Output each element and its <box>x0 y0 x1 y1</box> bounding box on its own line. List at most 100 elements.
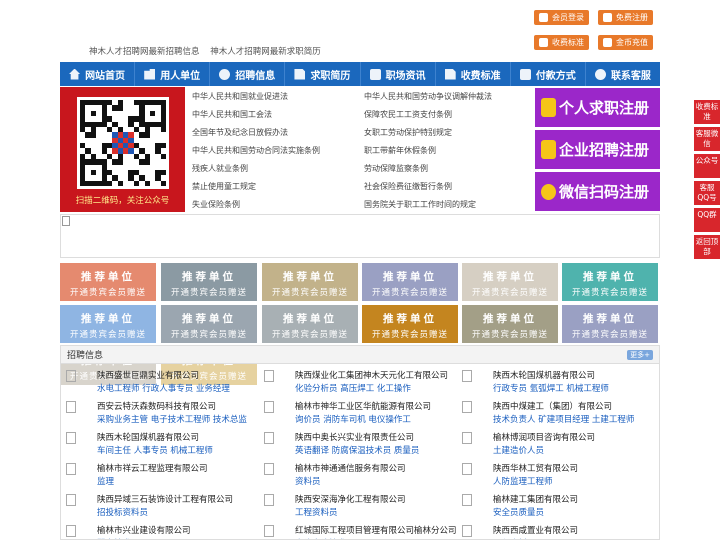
recharge-button[interactable]: 金币充值 <box>598 35 653 50</box>
job-positions[interactable]: 土建造价人员 <box>493 444 544 456</box>
job-list-item[interactable]: 榆林市祥云工程监理有限公司 监理 <box>66 461 256 491</box>
law-link[interactable]: 中华人民共和国工会法 <box>192 109 272 120</box>
nav-news[interactable]: 职场资讯 <box>361 62 436 86</box>
latest-resumes-link[interactable]: 神木人才招聘网最新求职简历 <box>210 47 321 57</box>
company-name[interactable]: 榆林市神华工业区华航能源有限公司 <box>295 400 431 412</box>
law-link[interactable]: 中华人民共和国就业促进法 <box>192 91 288 102</box>
law-link[interactable]: 社会保险费征缴暂行条例 <box>364 181 452 192</box>
job-positions[interactable]: 人防监理工程师 <box>493 475 553 487</box>
job-positions[interactable]: 监理 <box>97 475 114 487</box>
recommend-tile[interactable]: 推荐单位开通贵宾会员赠送 <box>161 305 257 343</box>
law-link[interactable]: 国务院关于职工工作时间的规定 <box>364 199 476 210</box>
company-name[interactable]: 陕西安深海净化工程有限公司 <box>295 493 406 505</box>
recommend-tile[interactable]: 推荐单位开通贵宾会员赠送 <box>262 263 358 301</box>
recommend-tile[interactable]: 推荐单位开通贵宾会员赠送 <box>262 305 358 343</box>
job-seeker-register-button[interactable]: 个人求职注册 <box>535 88 660 127</box>
wechat-register-button[interactable]: 微信扫码注册 <box>535 172 660 211</box>
ad-banner[interactable] <box>60 214 660 258</box>
job-list-item[interactable]: 陕西中煤建工（集团）有限公司 技术负责人 矿建项目经理 土建工程师 <box>462 399 652 429</box>
law-link[interactable]: 全国年节及纪念日放假办法 <box>192 127 288 138</box>
law-link[interactable]: 禁止使用童工规定 <box>192 181 256 192</box>
company-name[interactable]: 陕西中奥长兴实业有限责任公司 <box>295 431 414 443</box>
job-list-item[interactable]: 陕西煤业化工集团神木天元化工有限公司 化验分析员 高压焊工 化工操作 <box>264 368 454 398</box>
company-name[interactable]: 陕西木轮国煤机器有限公司 <box>97 431 199 443</box>
law-link[interactable]: 保障农民工工资支付条例 <box>364 109 452 120</box>
recommend-tile[interactable]: 推荐单位开通贵宾会员赠送 <box>462 305 558 343</box>
recommend-tile[interactable]: 推荐单位开通贵宾会员赠送 <box>161 263 257 301</box>
job-list-item[interactable]: 陕西华林工贸有限公司 人防监理工程师 <box>462 461 652 491</box>
company-name[interactable]: 陕西盛世巨鼎实业有限公司 <box>97 369 199 381</box>
job-positions[interactable]: 资料员 <box>295 475 321 487</box>
side-service-wechat[interactable]: 客服微信 <box>694 127 720 151</box>
recommend-tile[interactable]: 推荐单位开通贵宾会员赠送 <box>362 305 458 343</box>
job-positions[interactable]: 采购业务主管 电子技术工程师 技术总监 <box>97 413 247 425</box>
law-link[interactable]: 职工带薪年休假条例 <box>364 145 436 156</box>
nav-jobs[interactable]: 招聘信息 <box>210 62 286 86</box>
law-link[interactable]: 女职工劳动保护特别规定 <box>364 127 452 138</box>
job-list-item[interactable]: 榆林博润项目咨询有限公司 土建造价人员 <box>462 430 652 460</box>
job-list-item[interactable]: 陕西盛世巨鼎实业有限公司 水电工程师 行政人事专员 业务经理 <box>66 368 256 398</box>
nav-fees[interactable]: 收费标准 <box>436 62 511 86</box>
nav-resumes[interactable]: 求职简历 <box>285 62 361 86</box>
recommend-tile[interactable]: 推荐单位开通贵宾会员赠送 <box>362 263 458 301</box>
law-link[interactable]: 失业保险条例 <box>192 199 240 210</box>
company-name[interactable]: 西安云特沃森数码科技有限公司 <box>97 400 216 412</box>
side-back-to-top[interactable]: 返回顶部 <box>694 235 720 259</box>
job-positions[interactable]: 工程资料员 <box>295 506 338 518</box>
nav-home[interactable]: 网站首页 <box>60 62 136 86</box>
job-positions[interactable]: 英语翻译 防腐保温技术员 质量员 <box>295 444 419 456</box>
job-list-item[interactable]: 西安云特沃森数码科技有限公司 采购业务主管 电子技术工程师 技术总监 <box>66 399 256 429</box>
company-name[interactable]: 陕西异域三石装饰设计工程有限公司 <box>97 493 233 505</box>
latest-jobs-link[interactable]: 神木人才招聘网最新招聘信息 <box>89 47 200 57</box>
register-button[interactable]: 免费注册 <box>598 10 653 25</box>
nav-service[interactable]: 联系客服 <box>586 62 660 86</box>
job-list-item[interactable]: 陕西木轮国煤机器有限公司 行政专员 氩弧焊工 机械工程师 <box>462 368 652 398</box>
job-list-item[interactable]: 陕西中奥长兴实业有限责任公司 英语翻译 防腐保温技术员 质量员 <box>264 430 454 460</box>
law-link[interactable]: 中华人民共和国劳动合同法实施条例 <box>192 145 320 156</box>
recommend-tile[interactable]: 推荐单位开通贵宾会员赠送 <box>60 305 156 343</box>
job-list-item[interactable]: 陕西木轮国煤机器有限公司 车间主任 人事专员 机械工程师 <box>66 430 256 460</box>
company-name[interactable]: 榆林市兴业建设有限公司 <box>97 524 191 536</box>
company-name[interactable]: 陕西中煤建工（集团）有限公司 <box>493 400 612 412</box>
job-positions[interactable]: 行政专员 氩弧焊工 机械工程师 <box>493 382 609 394</box>
job-positions[interactable]: 安全员质量员 <box>493 506 544 518</box>
company-name[interactable]: 陕西华林工贸有限公司 <box>493 462 578 474</box>
side-qq-group[interactable]: QQ群 <box>694 208 720 232</box>
job-list-item[interactable]: 榆林市兴业建设有限公司弱电技术员 <box>66 523 256 539</box>
job-positions[interactable]: 询价员 消防车司机 电仪操作工 <box>295 413 411 425</box>
login-button[interactable]: 会员登录 <box>534 10 589 25</box>
job-positions[interactable]: 水电工程师 行政人事专员 业务经理 <box>97 382 230 394</box>
job-positions[interactable]: 车间主任 人事专员 机械工程师 <box>97 444 213 456</box>
more-jobs-link[interactable]: 更多+ <box>627 349 653 360</box>
company-name[interactable]: 陕西木轮国煤机器有限公司 <box>493 369 595 381</box>
nav-payment[interactable]: 付款方式 <box>511 62 586 86</box>
company-name[interactable]: 榆林市祥云工程监理有限公司 <box>97 462 208 474</box>
company-name[interactable]: 榆林博润项目咨询有限公司 <box>493 431 595 443</box>
job-list-item[interactable]: 陕西西咸置业有限公司工程资料 <box>462 523 652 539</box>
job-list-item[interactable]: 榆林市神通通信服务有限公司 资料员 <box>264 461 454 491</box>
employer-register-button[interactable]: 企业招聘注册 <box>535 130 660 169</box>
fee-standard-button[interactable]: 收费标准 <box>534 35 589 50</box>
side-service-qq[interactable]: 客服QQ号 <box>694 181 720 205</box>
company-name[interactable]: 红城国际工程项目管理有限公司榆林分公司 <box>295 524 457 536</box>
company-name[interactable]: 榆林建工集团有限公司 <box>493 493 578 505</box>
job-list-item[interactable]: 榆林市神华工业区华航能源有限公司 询价员 消防车司机 电仪操作工 <box>264 399 454 429</box>
job-positions[interactable]: 化验分析员 高压焊工 化工操作 <box>295 382 411 394</box>
company-name[interactable]: 榆林市神通通信服务有限公司 <box>295 462 406 474</box>
job-list-item[interactable]: 陕西安深海净化工程有限公司 工程资料员 <box>264 492 454 522</box>
job-positions[interactable]: 招投标资料员 <box>97 506 148 518</box>
company-name[interactable]: 陕西煤业化工集团神木天元化工有限公司 <box>295 369 448 381</box>
recommend-tile[interactable]: 推荐单位开通贵宾会员赠送 <box>562 305 658 343</box>
nav-employers[interactable]: 用人单位 <box>135 62 211 86</box>
side-official-account[interactable]: 公众号 <box>694 154 720 178</box>
job-list-item[interactable]: 榆林建工集团有限公司 安全员质量员 <box>462 492 652 522</box>
recommend-tile[interactable]: 推荐单位开通贵宾会员赠送 <box>562 263 658 301</box>
job-list-item[interactable]: 陕西异域三石装饰设计工程有限公司 招投标资料员 <box>66 492 256 522</box>
job-positions[interactable]: 技术负责人 矿建项目经理 土建工程师 <box>493 413 634 425</box>
law-link[interactable]: 残疾人就业条例 <box>192 163 248 174</box>
law-link[interactable]: 劳动保障监察条例 <box>364 163 428 174</box>
side-fee-standard[interactable]: 收费标准 <box>694 100 720 124</box>
job-list-item[interactable]: 红城国际工程项目管理有限公司榆林分公司房建土建技术员 <box>264 523 457 539</box>
recommend-tile[interactable]: 推荐单位开通贵宾会员赠送 <box>462 263 558 301</box>
law-link[interactable]: 中华人民共和国劳动争议调解仲裁法 <box>364 91 492 102</box>
